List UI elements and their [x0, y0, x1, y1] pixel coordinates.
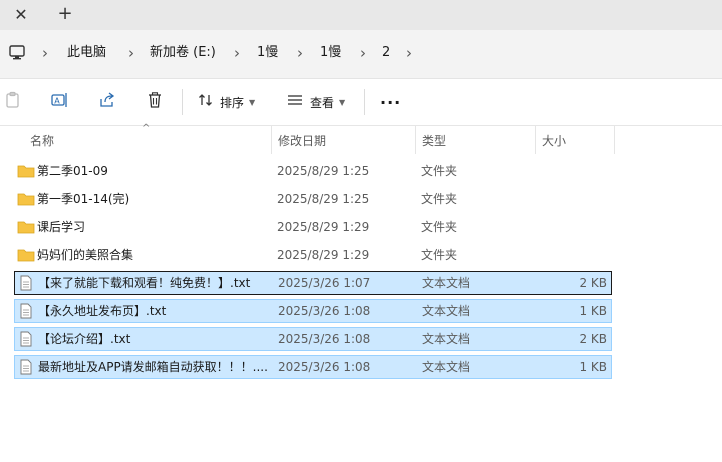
file-row[interactable]: 【永久地址发布页】.txt 2025/3/26 1:08 文本文档 1 KB	[14, 299, 612, 323]
file-name: 【论坛介绍】.txt	[38, 332, 131, 346]
paste-button[interactable]	[4, 89, 22, 115]
breadcrumb-folder-2[interactable]: 1慢	[320, 44, 341, 62]
breadcrumb-separator[interactable]: ›	[42, 44, 48, 62]
breadcrumb-folder-3[interactable]: 2	[382, 44, 390, 62]
file-type: 文件夹	[421, 192, 458, 206]
view-button[interactable]: 查看 ▼	[286, 89, 345, 115]
column-size[interactable]: 大小	[542, 132, 566, 149]
chevron-down-icon: ▼	[339, 97, 346, 107]
breadcrumb-separator[interactable]: ›	[297, 44, 303, 62]
file-date: 2025/3/26 1:08	[278, 332, 371, 346]
file-type: 文本文档	[422, 360, 471, 374]
folder-icon	[17, 163, 35, 179]
file-row[interactable]: 妈妈们的美照合集 2025/8/29 1:29 文件夹	[14, 244, 612, 268]
more-options-button[interactable]: ···	[380, 89, 401, 115]
file-row[interactable]: 第二季01-09 2025/8/29 1:25 文件夹	[14, 160, 612, 184]
file-type: 文本文档	[422, 332, 471, 346]
chevron-down-icon: ▼	[249, 97, 256, 107]
file-row[interactable]: 课后学习 2025/8/29 1:29 文件夹	[14, 216, 612, 240]
new-tab-button[interactable]: +	[54, 3, 76, 25]
folder-icon	[17, 191, 35, 207]
file-type: 文件夹	[421, 164, 458, 178]
breadcrumb-separator[interactable]: ›	[406, 44, 412, 62]
column-divider[interactable]	[271, 126, 272, 154]
breadcrumb-this-pc[interactable]: 此电脑	[67, 44, 106, 62]
text-file-icon	[18, 359, 36, 375]
file-name: 第一季01-14(完)	[37, 192, 130, 206]
file-date: 2025/3/26 1:08	[278, 304, 371, 318]
column-name[interactable]: 名称	[30, 132, 54, 149]
file-name: 【来了就能下载和观看！纯免费！】.txt	[38, 276, 251, 290]
file-row[interactable]: 【来了就能下载和观看！纯免费！】.txt 2025/3/26 1:07 文本文档…	[14, 271, 612, 295]
file-size: 2 KB	[579, 332, 607, 346]
breadcrumb-separator[interactable]: ›	[234, 44, 240, 62]
file-date: 2025/8/29 1:25	[277, 164, 370, 178]
file-name: 第二季01-09	[37, 164, 108, 178]
file-date: 2025/3/26 1:08	[278, 360, 371, 374]
command-bar: A 排序 ▼ 查看 ▼ ···	[0, 79, 722, 126]
file-size: 1 KB	[579, 304, 607, 318]
toolbar-divider	[182, 89, 183, 115]
file-name: 妈妈们的美照合集	[37, 248, 134, 262]
file-type: 文本文档	[422, 304, 471, 318]
delete-button[interactable]	[146, 89, 164, 115]
address-bar: › 此电脑 › 新加卷 (E:) › 1慢 › 1慢 › 2 ›	[0, 30, 722, 79]
column-divider[interactable]	[415, 126, 416, 154]
sort-label: 排序	[220, 95, 245, 110]
view-label: 查看	[310, 95, 335, 110]
file-type: 文件夹	[421, 248, 458, 262]
sort-button[interactable]: 排序 ▼	[198, 89, 255, 115]
column-header: ^ 名称 修改日期 类型 大小	[0, 123, 722, 154]
file-name: 最新地址及APP请发邮箱自动获取！！！....	[38, 360, 268, 374]
file-name: 课后学习	[37, 220, 86, 234]
column-date[interactable]: 修改日期	[278, 132, 326, 149]
file-date: 2025/8/29 1:29	[277, 248, 370, 262]
text-file-icon	[18, 303, 36, 319]
folder-icon	[17, 247, 35, 263]
close-tab-button[interactable]: ✕	[10, 4, 32, 26]
file-row[interactable]: 【论坛介绍】.txt 2025/3/26 1:08 文本文档 2 KB	[14, 327, 612, 351]
breadcrumb-drive-e[interactable]: 新加卷 (E:)	[150, 44, 216, 62]
sort-ascending-icon: ^	[142, 123, 151, 134]
sort-icon	[198, 92, 214, 112]
folder-icon	[17, 219, 35, 235]
text-file-icon	[18, 275, 36, 291]
file-row[interactable]: 第一季01-14(完) 2025/8/29 1:25 文件夹	[14, 188, 612, 212]
file-name: 【永久地址发布页】.txt	[38, 304, 167, 318]
breadcrumb-folder-1[interactable]: 1慢	[257, 44, 278, 62]
file-type: 文件夹	[421, 220, 458, 234]
file-size: 1 KB	[579, 360, 607, 374]
text-file-icon	[18, 331, 36, 347]
toolbar-divider	[364, 89, 365, 115]
share-icon	[98, 91, 116, 113]
rename-icon: A	[50, 91, 70, 113]
file-size: 2 KB	[579, 276, 607, 290]
file-date: 2025/8/29 1:29	[277, 220, 370, 234]
file-type: 文本文档	[422, 276, 471, 290]
file-row[interactable]: 最新地址及APP请发邮箱自动获取！！！.... 2025/3/26 1:08 文…	[14, 355, 612, 379]
delete-icon	[146, 91, 164, 113]
paste-icon	[4, 91, 22, 113]
rename-button[interactable]: A	[50, 89, 70, 115]
tab-bar: ✕ +	[0, 0, 722, 30]
view-icon	[286, 92, 304, 112]
breadcrumb-separator[interactable]: ›	[360, 44, 366, 62]
share-button[interactable]	[98, 89, 116, 115]
column-type[interactable]: 类型	[422, 132, 446, 149]
svg-text:A: A	[54, 97, 60, 106]
more-icon: ···	[380, 92, 402, 112]
computer-icon[interactable]	[8, 44, 26, 66]
column-divider[interactable]	[535, 126, 536, 154]
breadcrumb-separator[interactable]: ›	[128, 44, 134, 62]
column-divider[interactable]	[614, 126, 615, 154]
file-date: 2025/3/26 1:07	[278, 276, 371, 290]
file-date: 2025/8/29 1:25	[277, 192, 370, 206]
